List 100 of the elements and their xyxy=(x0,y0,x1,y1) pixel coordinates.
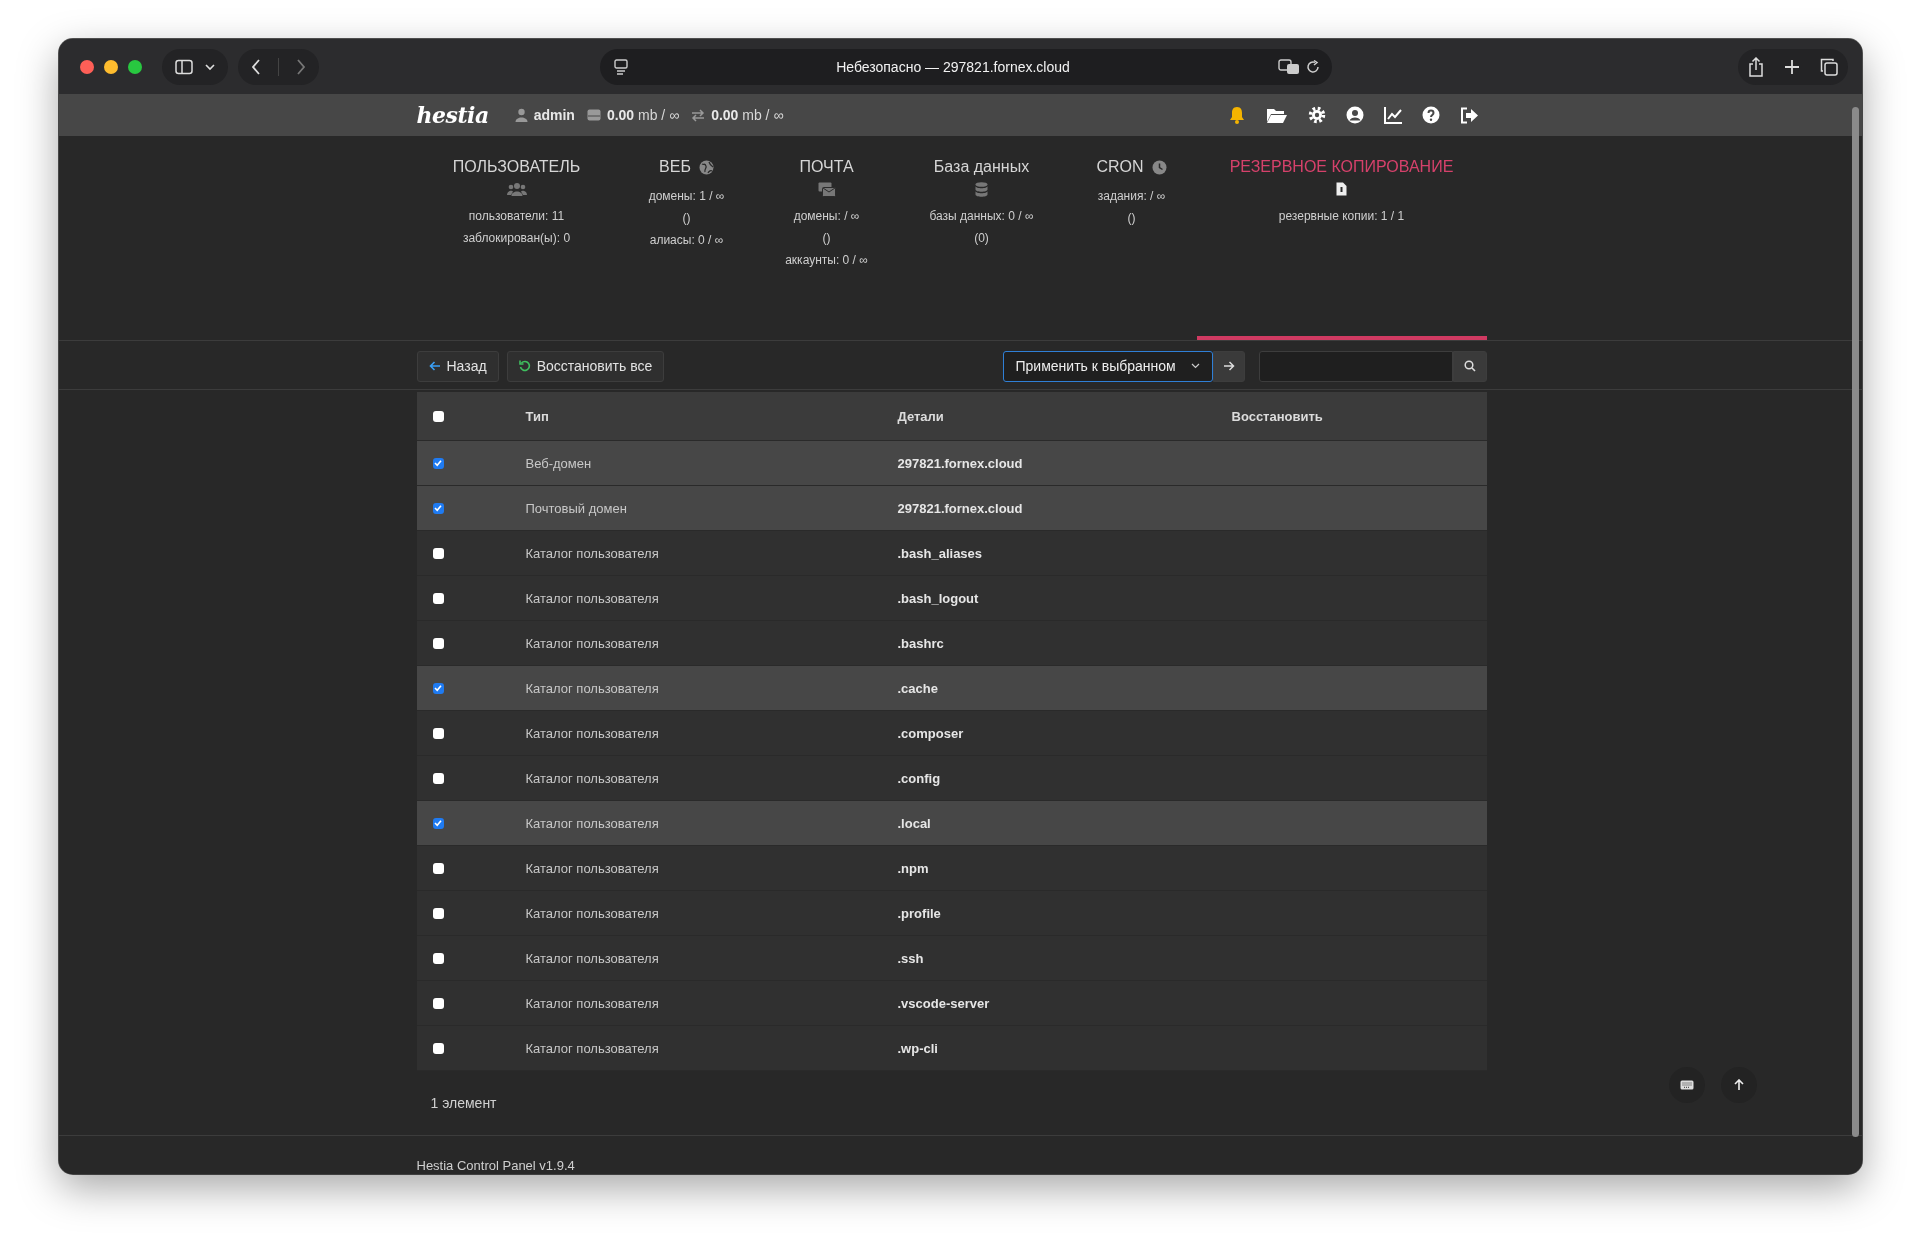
bell-icon[interactable] xyxy=(1227,106,1246,124)
table-cell-text: 297821.fornex.cloud xyxy=(897,500,1024,516)
folder-icon[interactable] xyxy=(1265,106,1288,124)
logout-icon[interactable] xyxy=(1459,106,1479,124)
row-checkbox[interactable] xyxy=(432,817,444,829)
scroll-top-button[interactable] xyxy=(1721,1067,1757,1103)
stat-tab[interactable]: ВЕБ домены: 1 / ∞ () алиасы: 0 / ∞ xyxy=(616,136,757,340)
apply-button[interactable] xyxy=(1212,350,1245,382)
row-checkbox[interactable] xyxy=(432,1042,444,1054)
chart-icon[interactable] xyxy=(1383,106,1402,124)
table-row[interactable]: Каталог пользователя .profile xyxy=(416,891,1487,936)
table-cell-text: .cache xyxy=(897,680,939,696)
row-checkbox[interactable] xyxy=(432,502,444,514)
row-checkbox[interactable] xyxy=(432,727,444,739)
reload-icon[interactable] xyxy=(1306,59,1320,74)
row-checkbox[interactable] xyxy=(432,682,444,694)
row-checkbox[interactable] xyxy=(432,997,444,1009)
table-cell-text: .vscode-server xyxy=(897,995,991,1011)
stat-line: алиасы: 0 / ∞ xyxy=(649,232,724,249)
table-row[interactable]: Каталог пользователя .vscode-server xyxy=(416,981,1487,1026)
table-row[interactable]: Каталог пользователя .bash_aliases xyxy=(416,531,1487,576)
table-row[interactable]: Каталог пользователя .bashrc xyxy=(416,621,1487,666)
translate-icon[interactable] xyxy=(1278,58,1300,75)
row-checkbox[interactable] xyxy=(432,637,444,649)
tabs-icon[interactable] xyxy=(1820,57,1838,76)
account-icon[interactable] xyxy=(1345,106,1364,124)
undo-icon xyxy=(518,360,531,372)
stat-line: базы данных: 0 / ∞ xyxy=(929,208,1034,225)
table-cell-text: Веб-домен xyxy=(525,455,593,471)
stat-tab[interactable]: ПОЛЬЗОВАТЕЛЬ пользователи: 11 заблокирован(ы): 0 xyxy=(416,136,617,340)
stat-tab[interactable]: РЕЗЕРВНОЕ КОПИРОВАНИЕ резервные копии: 1 / 1 xyxy=(1196,136,1487,340)
restore-all-button[interactable]: Восстановить все xyxy=(506,350,665,382)
table-cell-text: .local xyxy=(897,815,932,831)
table-row[interactable]: Каталог пользователя .bash_logout xyxy=(416,576,1487,621)
stat-tab[interactable]: CRON задания: / ∞ () xyxy=(1066,136,1197,340)
row-checkbox[interactable] xyxy=(432,907,444,919)
plus-icon[interactable] xyxy=(1784,58,1800,75)
stat-line: (0) xyxy=(974,230,989,247)
table-row[interactable]: Почтовый домен 297821.fornex.cloud xyxy=(416,486,1487,531)
share-icon[interactable] xyxy=(1748,56,1764,77)
clock-icon xyxy=(1151,159,1167,175)
table-cell-text: .config xyxy=(897,770,942,786)
row-checkbox[interactable] xyxy=(432,547,444,559)
item-count: 1 элемент xyxy=(430,1095,497,1111)
table-row[interactable]: Каталог пользователя .config xyxy=(416,756,1487,801)
database-icon xyxy=(975,181,988,197)
stat-line: домены: / ∞ xyxy=(793,208,860,225)
stat-tab[interactable]: База данных базы данных: 0 / ∞ (0) xyxy=(896,136,1067,340)
username: admin xyxy=(533,107,575,123)
table-cell-text: Каталог пользователя xyxy=(525,815,660,831)
table-cell-text: Каталог пользователя xyxy=(525,1040,660,1056)
close-icon[interactable] xyxy=(80,59,94,74)
arrow-right-icon xyxy=(1222,361,1235,371)
page-icon xyxy=(614,58,628,75)
row-checkbox[interactable] xyxy=(432,592,444,604)
forward-icon[interactable] xyxy=(295,58,307,75)
table-row[interactable]: Каталог пользователя .npm xyxy=(416,846,1487,891)
table-row[interactable]: Каталог пользователя .composer xyxy=(416,711,1487,756)
stat-tab[interactable]: ПОЧТА домены: / ∞ () аккаунты: 0 / ∞ xyxy=(756,136,897,340)
table-row[interactable]: Каталог пользователя .cache xyxy=(416,666,1487,711)
minimize-icon[interactable] xyxy=(104,59,118,74)
table-cell-text: Каталог пользователя xyxy=(525,860,660,876)
sidebar-button[interactable] xyxy=(162,48,228,85)
stat-line: резервные копии: 1 / 1 xyxy=(1278,208,1405,225)
user-icon xyxy=(514,108,528,122)
row-checkbox[interactable] xyxy=(432,457,444,469)
settings-icon[interactable] xyxy=(1307,106,1326,124)
table-cell-text: .bash_aliases xyxy=(897,545,984,561)
row-checkbox[interactable] xyxy=(432,952,444,964)
table-cell-text: .npm xyxy=(897,860,930,876)
row-checkbox[interactable] xyxy=(432,862,444,874)
users-icon xyxy=(506,182,527,196)
zoom-icon[interactable] xyxy=(128,59,142,74)
table-cell-text: .profile xyxy=(897,905,942,921)
disk-usage: 0.00 mb / ∞ xyxy=(606,107,680,123)
back-button[interactable]: Назад xyxy=(416,350,499,382)
logo[interactable]: hestia xyxy=(416,102,489,128)
help-icon[interactable] xyxy=(1421,106,1440,124)
table-row[interactable]: Каталог пользователя .local xyxy=(416,801,1487,846)
back-icon[interactable] xyxy=(250,58,262,75)
table-row[interactable]: Каталог пользователя .ssh xyxy=(416,936,1487,981)
caret-icon xyxy=(1190,363,1200,369)
keyboard-shortcuts-button[interactable] xyxy=(1669,1067,1705,1103)
table-row[interactable]: Веб-домен 297821.fornex.cloud xyxy=(416,441,1487,486)
search-button[interactable] xyxy=(1452,350,1487,382)
row-checkbox[interactable] xyxy=(432,772,444,784)
search-field[interactable] xyxy=(1258,350,1453,382)
table-cell-text: Каталог пользователя xyxy=(525,680,660,696)
arrow-left-icon xyxy=(428,361,441,371)
stat-line: домены: 1 / ∞ xyxy=(648,188,725,205)
keyboard-icon xyxy=(1680,1080,1694,1090)
bulk-action-select[interactable]: Применить к выбранном xyxy=(1002,350,1213,382)
column-header: Тип xyxy=(525,408,550,424)
table-row[interactable]: Каталог пользователя .wp-cli xyxy=(416,1026,1487,1071)
address-bar[interactable]: Небезопасно — 297821.fornex.cloud xyxy=(600,48,1332,85)
bandwidth-usage: 0.00 mb / ∞ xyxy=(711,107,784,123)
table-cell-text: Каталог пользователя xyxy=(525,590,660,606)
table-cell-text: Каталог пользователя xyxy=(525,995,660,1011)
select-all-checkbox[interactable] xyxy=(432,410,444,422)
scrollbar[interactable] xyxy=(1852,107,1859,1137)
